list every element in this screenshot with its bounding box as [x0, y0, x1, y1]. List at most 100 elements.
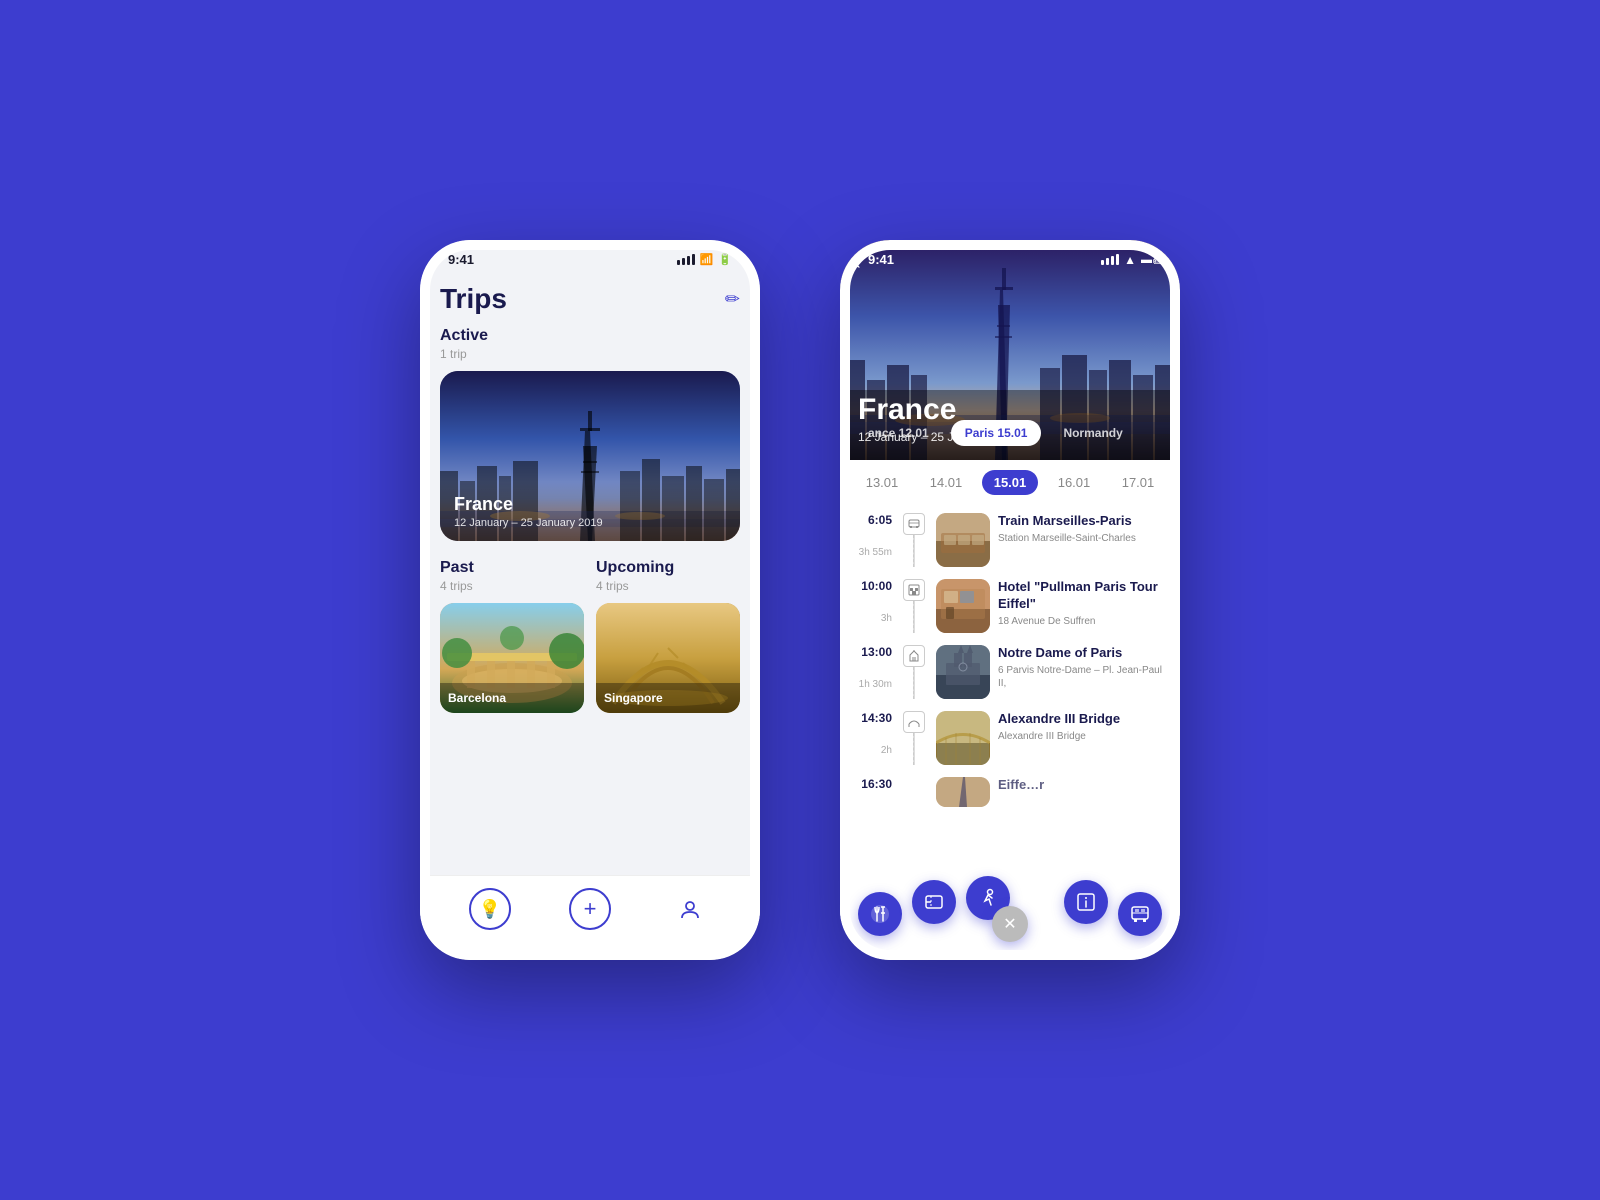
item-subtitle: 6 Parvis Notre-Dame – Pl. Jean-Paul II, — [998, 664, 1166, 690]
time-col: 6:05 3h 55m — [854, 513, 892, 567]
hotel-icon — [903, 579, 925, 601]
singapore-label: Singapore — [604, 691, 663, 705]
hero-overlay: France 12 January – 25 January 2019 — [840, 377, 1180, 460]
list-item: 14:30 2h — [854, 711, 1166, 765]
item-thumbnail — [936, 711, 990, 765]
phone-france-detail: 9:41 ▲ ▬ — [840, 240, 1180, 960]
trip-dates: 12 January – 25 January 2019 — [454, 517, 726, 529]
item-subtitle: Alexandre III Bridge — [998, 730, 1166, 743]
battery-icon-2: ▬ — [1141, 254, 1152, 266]
item-title: Hotel "Pullman Paris Tour Eiffel" — [998, 579, 1166, 613]
add-trip-btn[interactable]: + — [569, 888, 611, 930]
fab-ticket[interactable] — [912, 880, 956, 924]
date-14[interactable]: 14.01 — [918, 470, 975, 495]
connector-line — [913, 667, 915, 699]
connector-line — [913, 601, 915, 633]
time-col: 13:00 1h 30m — [854, 645, 892, 699]
item-info: Eiffe…r — [998, 777, 1166, 794]
item-thumbnail — [936, 777, 990, 807]
item-thumbnail — [936, 579, 990, 633]
itinerary-list: 6:05 3h 55m — [840, 505, 1180, 880]
status-icons-2: ▲ ▬ — [1101, 253, 1152, 267]
explore-btn[interactable]: 💡 — [469, 888, 511, 930]
singapore-card[interactable]: Singapore — [596, 603, 740, 713]
connector — [902, 645, 926, 699]
signal-icon — [677, 254, 695, 265]
active-count: 1 trip — [440, 347, 740, 361]
item-title: Eiffe…r — [998, 777, 1166, 794]
fab-info[interactable] — [1064, 880, 1108, 924]
upcoming-count: 4 trips — [596, 579, 740, 593]
fab-transport[interactable] — [1118, 892, 1162, 936]
wifi-icon: 📶 — [700, 253, 714, 266]
profile-btn[interactable] — [669, 888, 711, 930]
hero-area: 9:41 ▲ ▬ — [840, 240, 1180, 460]
item-info: Train Marseilles-Paris Station Marseille… — [998, 513, 1166, 545]
city-tab-france[interactable]: ance 12.01 — [854, 420, 943, 446]
upcoming-label: Upcoming — [596, 559, 740, 577]
page-title: Trips — [440, 283, 507, 315]
connector-line — [913, 535, 915, 567]
trips-content: Trips ✏ Active 1 trip — [420, 273, 760, 875]
bottom-nav: 💡 + — [420, 875, 760, 950]
city-tabs: ance 12.01 Paris 15.01 Normandy — [840, 420, 1180, 446]
duration-value: 3h 55m — [859, 547, 892, 558]
city-tab-paris[interactable]: Paris 15.01 — [951, 420, 1042, 446]
date-strip: 13.01 14.01 15.01 16.01 17.01 — [840, 460, 1180, 505]
ticket-icon — [923, 891, 945, 913]
trip-name: France — [454, 494, 726, 515]
fab-food[interactable] — [858, 892, 902, 936]
item-card[interactable]: Hotel "Pullman Paris Tour Eiffel" 18 Ave… — [936, 579, 1166, 633]
item-info: Notre Dame of Paris 6 Parvis Notre-Dame … — [998, 645, 1166, 690]
connector-line — [913, 733, 915, 765]
time-value: 13:00 — [861, 645, 892, 659]
duration-value: 1h 30m — [859, 679, 892, 690]
fab-row: ✕ — [840, 880, 1180, 950]
item-thumbnail — [936, 645, 990, 699]
food-icon — [869, 903, 891, 925]
time-value: 14:30 — [861, 711, 892, 725]
status-time-1: 9:41 — [448, 252, 474, 267]
item-card[interactable]: Notre Dame of Paris 6 Parvis Notre-Dame … — [936, 645, 1166, 699]
landmark-icon — [903, 645, 925, 667]
trips-header: Trips ✏ — [440, 283, 740, 315]
time-col: 10:00 3h — [854, 579, 892, 633]
activity-icon — [977, 887, 999, 909]
time-value: 10:00 — [861, 579, 892, 593]
date-16[interactable]: 16.01 — [1046, 470, 1103, 495]
list-item: 16:30 Eiffe…r — [854, 777, 1166, 807]
item-card[interactable]: Train Marseilles-Paris Station Marseille… — [936, 513, 1166, 567]
item-title: Notre Dame of Paris — [998, 645, 1166, 662]
date-13[interactable]: 13.01 — [854, 470, 911, 495]
status-bar-1: 9:41 📶 🔋 — [420, 240, 760, 273]
connector — [902, 777, 926, 807]
wifi-icon-2: ▲ — [1124, 253, 1136, 267]
bridge-icon — [903, 711, 925, 733]
city-tab-normandy[interactable]: Normandy — [1049, 420, 1136, 446]
transport-icon — [903, 513, 925, 535]
connector — [902, 579, 926, 633]
bus-icon — [1129, 903, 1151, 925]
past-count: 4 trips — [440, 579, 584, 593]
fab-close[interactable]: ✕ — [992, 906, 1028, 942]
explore-icon: 💡 — [479, 899, 501, 920]
item-thumbnail — [936, 513, 990, 567]
active-trip-card[interactable]: France 12 January – 25 January 2019 — [440, 371, 740, 541]
item-card[interactable]: Eiffe…r — [936, 777, 1166, 807]
list-item: 6:05 3h 55m — [854, 513, 1166, 567]
item-info: Hotel "Pullman Paris Tour Eiffel" 18 Ave… — [998, 579, 1166, 628]
signal-icon-2 — [1101, 254, 1119, 265]
info-icon — [1075, 891, 1097, 913]
edit-icon[interactable]: ✏ — [725, 289, 740, 310]
connector — [902, 513, 926, 567]
item-card[interactable]: Alexandre III Bridge Alexandre III Bridg… — [936, 711, 1166, 765]
status-icons-1: 📶 🔋 — [677, 253, 732, 266]
close-icon: ✕ — [1003, 914, 1016, 934]
status-bar-2: 9:41 ▲ ▬ — [840, 240, 1180, 273]
time-value: 6:05 — [868, 513, 892, 527]
barcelona-card[interactable]: Barcelona — [440, 603, 584, 713]
date-15[interactable]: 15.01 — [982, 470, 1039, 495]
active-label: Active — [440, 327, 740, 345]
date-17[interactable]: 17.01 — [1110, 470, 1167, 495]
trip-bg: France 12 January – 25 January 2019 — [440, 371, 740, 541]
